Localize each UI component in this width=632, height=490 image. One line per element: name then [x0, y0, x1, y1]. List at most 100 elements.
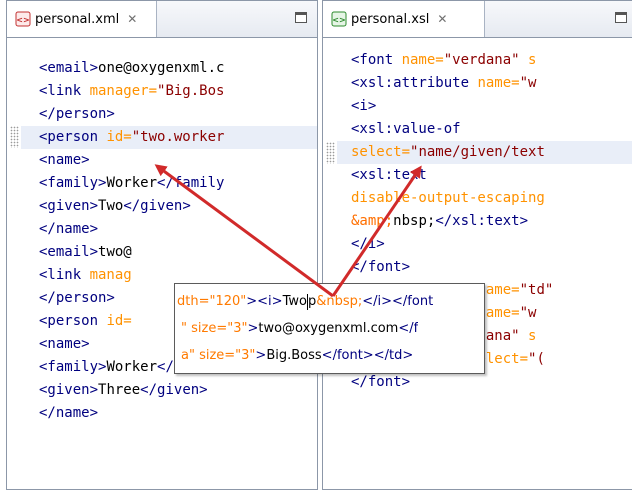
code-token: "w — [519, 75, 537, 91]
code-token: Worker — [106, 175, 158, 191]
code-line[interactable]: </person> — [21, 103, 317, 126]
code-token: "( — [528, 351, 545, 367]
xml-editor-pane: <> personal.xml ✕ <email>one@oxygenxml.c… — [6, 0, 318, 490]
code-token: </person> — [39, 106, 115, 122]
preview-token: p — [307, 294, 317, 309]
code-token: <link — [39, 83, 90, 99]
code-line[interactable]: <family>Worker</family — [21, 172, 317, 195]
preview-token: dth="120" — [177, 294, 247, 309]
code-line[interactable]: </name> — [21, 218, 317, 241]
preview-token: Big.Boss — [266, 348, 322, 363]
preview-token: </i></font — [362, 294, 434, 309]
code-line[interactable]: <link manager="Big.Bos — [21, 80, 317, 103]
code-line[interactable]: disable-output-escaping — [337, 187, 632, 210]
tab-personal-xsl[interactable]: <> personal.xsl ✕ — [323, 1, 485, 37]
change-marker — [326, 142, 335, 164]
code-line[interactable]: <i> — [337, 95, 632, 118]
code-line[interactable]: <font name="verdana" s — [337, 49, 632, 72]
code-token: <family> — [39, 175, 107, 191]
xml-file-icon: <> — [15, 11, 31, 27]
preview-row: " size="3">two@oxygenxml.com</f — [181, 319, 418, 339]
code-line[interactable]: <xsl:text — [337, 164, 632, 187]
code-line[interactable]: </font> — [337, 371, 632, 394]
preview-token: a" size="3" — [181, 348, 256, 363]
code-token: </family — [157, 175, 225, 191]
svg-text:<>: <> — [332, 16, 345, 25]
code-token: <i> — [351, 98, 377, 114]
code-token: two@ — [98, 244, 132, 260]
code-token: "verdana" — [443, 52, 529, 68]
xml-editor-tabbar: <> personal.xml ✕ — [7, 1, 317, 38]
preview-token: two@oxygenxml.com — [258, 321, 399, 336]
code-line[interactable]: <given>Two</given> — [21, 195, 317, 218]
code-line[interactable]: <person id="two.worker — [21, 126, 317, 149]
code-line[interactable]: <xsl:value-of — [337, 118, 632, 141]
code-line[interactable]: <given>Three</given> — [21, 379, 317, 402]
maximize-icon[interactable] — [615, 12, 627, 23]
preview-row: a" size="3">Big.Boss</font></td> — [181, 346, 413, 366]
output-preview-popup: dth="120"><i>Twop&nbsp;</i></font " size=… — [174, 283, 485, 374]
code-token: </name> — [39, 405, 99, 421]
code-token: <given> — [39, 382, 99, 398]
code-token: <email> — [39, 60, 99, 76]
code-token: <xsl:text — [351, 167, 427, 183]
code-token: manager= — [89, 83, 158, 99]
code-token: </name> — [39, 221, 99, 237]
code-token: name= — [401, 52, 444, 68]
code-token: "name/given/text — [410, 144, 545, 160]
code-token: "w — [519, 305, 537, 321]
code-token: <email> — [39, 244, 99, 260]
tab-personal-xml[interactable]: <> personal.xml ✕ — [7, 1, 157, 37]
code-token: nbsp; — [393, 213, 436, 229]
xsl-editor-tabbar: <> personal.xsl ✕ — [323, 1, 632, 38]
close-icon[interactable]: ✕ — [127, 12, 137, 26]
code-token: <family> — [39, 359, 107, 375]
code-line[interactable]: </font> — [337, 256, 632, 279]
code-line[interactable]: select="name/given/text — [337, 141, 632, 164]
code-line[interactable]: <name> — [21, 149, 317, 172]
tab-label: personal.xsl — [351, 11, 430, 27]
code-token: <xsl:attribute — [351, 75, 478, 91]
preview-token: > — [255, 348, 267, 363]
code-token: </font> — [351, 259, 411, 275]
preview-token: > — [247, 321, 259, 336]
editor-gutter — [323, 38, 336, 489]
preview-token: &nbsp; — [316, 294, 363, 309]
code-token: s — [528, 328, 537, 344]
code-token: name= — [477, 75, 520, 91]
code-line[interactable]: <email>two@ — [21, 241, 317, 264]
code-token: <font — [351, 52, 402, 68]
xsl-editor-pane: <> personal.xsl ✕ <font name="verdana" s… — [322, 0, 632, 490]
preview-token: ><i> — [246, 294, 283, 309]
code-token: <person — [39, 313, 107, 329]
code-token: <person — [39, 129, 107, 145]
code-token: <given> — [39, 198, 99, 214]
close-icon[interactable]: ✕ — [437, 12, 447, 26]
code-line[interactable]: <email>one@oxygenxml.c — [21, 57, 317, 80]
code-line[interactable]: </i> — [337, 233, 632, 256]
preview-row: dth="120"><i>Twop&nbsp;</i></font — [177, 292, 433, 312]
code-token: <link — [39, 267, 90, 283]
code-token: "Big.Bos — [157, 83, 225, 99]
code-token: one@oxygenxml.c — [98, 60, 225, 76]
preview-token: </f — [398, 321, 419, 336]
code-token: <name> — [39, 336, 90, 352]
change-marker — [10, 126, 19, 148]
editor-gutter — [7, 38, 20, 489]
code-token: </font> — [351, 374, 411, 390]
code-token: </xsl:text> — [435, 213, 529, 229]
code-token: id= — [106, 129, 132, 145]
preview-token: Two — [282, 294, 307, 309]
code-line[interactable]: </name> — [21, 402, 317, 425]
code-token: id= — [106, 313, 132, 329]
code-token: manag — [89, 267, 132, 283]
xsl-file-icon: <> — [331, 11, 347, 27]
code-token: Worker — [106, 359, 158, 375]
code-token: </person> — [39, 290, 115, 306]
code-token: </given> — [140, 382, 208, 398]
code-token: select= — [351, 144, 411, 160]
maximize-icon[interactable] — [295, 12, 307, 23]
tab-label: personal.xml — [35, 11, 120, 27]
code-line[interactable]: <xsl:attribute name="w — [337, 72, 632, 95]
code-line[interactable]: &amp;nbsp;</xsl:text> — [337, 210, 632, 233]
